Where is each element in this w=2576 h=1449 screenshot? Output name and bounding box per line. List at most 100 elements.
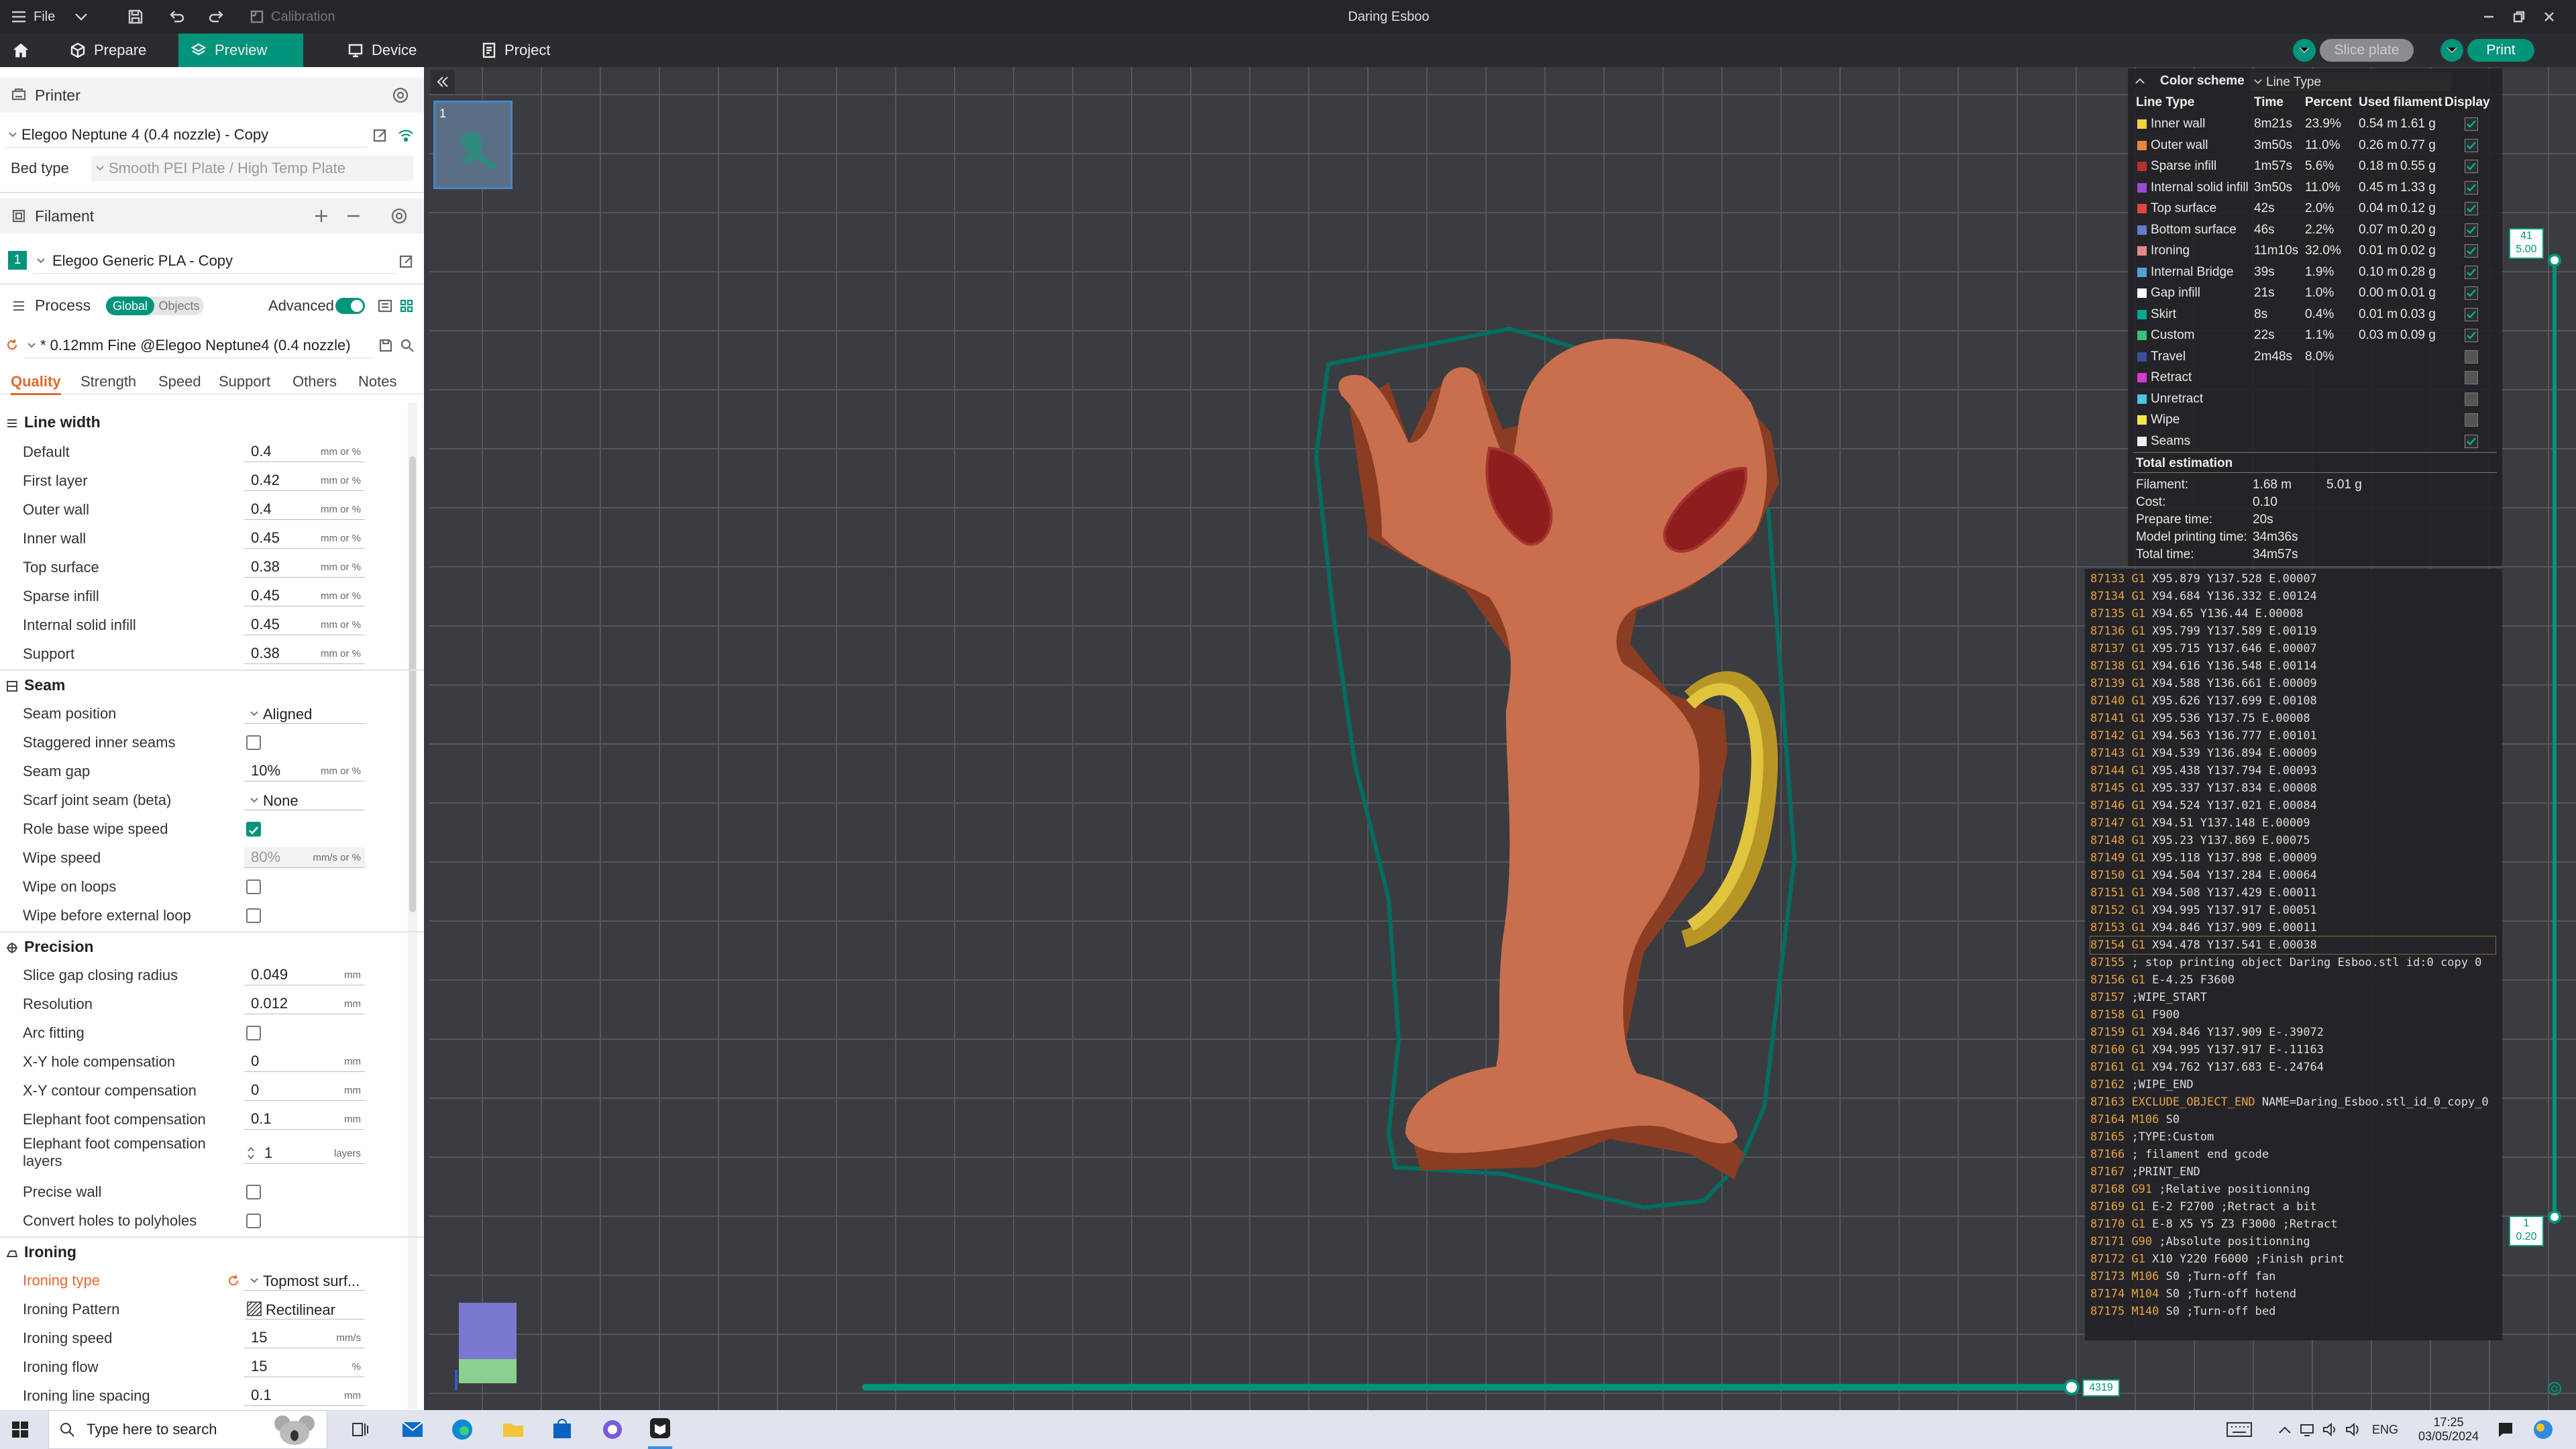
legend-display-checkbox[interactable]: [2465, 413, 2478, 427]
task-view-button[interactable]: [350, 1410, 370, 1449]
keyboard-tray-icon[interactable]: [2226, 1410, 2253, 1449]
slice-gap-closing-radius-input[interactable]: 0.049 mm: [244, 965, 365, 985]
sparse-infill-line-width-input[interactable]: 0.45 mm or %: [244, 586, 365, 606]
legend-display-checkbox[interactable]: [2465, 265, 2478, 279]
compare-icon[interactable]: [377, 298, 393, 318]
store-app-button[interactable]: [551, 1410, 573, 1449]
redo-button[interactable]: [208, 0, 225, 34]
top-surface-line-width-input[interactable]: 0.38 mm or %: [244, 557, 365, 578]
legend-display-checkbox[interactable]: [2465, 180, 2478, 195]
tab-strength[interactable]: Strength: [80, 373, 136, 390]
color-scheme-select[interactable]: Line Type: [2250, 72, 2451, 91]
wipe-on-loops-checkbox[interactable]: [246, 879, 261, 894]
inner-wall-line-width-input[interactable]: 0.45 mm or %: [244, 528, 365, 549]
filament-settings-gear-icon[interactable]: [390, 207, 408, 229]
wipe-speed-input[interactable]: 80% mm/s or %: [244, 847, 365, 868]
internal-solid-infill-line-width-input[interactable]: 0.45 mm or %: [244, 614, 365, 635]
save-process-icon[interactable]: [378, 338, 393, 357]
taskbar-search-box[interactable]: Type here to search: [48, 1410, 327, 1449]
reset-process-icon[interactable]: [5, 338, 19, 356]
tab-support[interactable]: Support: [219, 373, 270, 390]
objects-toggle-option[interactable]: Objects: [156, 297, 203, 315]
speaker-tray-icon[interactable]: [2322, 1410, 2337, 1449]
tab-preview[interactable]: Preview: [178, 34, 303, 67]
legend-display-checkbox[interactable]: [2465, 138, 2478, 152]
xy-contour-compensation-input[interactable]: 0 mm: [244, 1080, 365, 1101]
ironing-flow-input[interactable]: 15%: [244, 1356, 365, 1377]
wifi-icon[interactable]: [397, 129, 415, 146]
resolution-input[interactable]: 0.012 mm: [244, 994, 365, 1014]
filament-slot-badge[interactable]: 1: [8, 251, 27, 270]
slice-plate-button[interactable]: Slice plate: [2320, 39, 2414, 62]
ironing-line-spacing-input[interactable]: 0.1 mm: [244, 1385, 365, 1406]
convert-holes-checkbox[interactable]: [246, 1214, 261, 1228]
legend-display-checkbox[interactable]: [2465, 371, 2478, 384]
printer-settings-gear-icon[interactable]: [392, 87, 409, 108]
seam-position-select[interactable]: Aligned: [244, 703, 365, 724]
view-cube[interactable]: [455, 1303, 517, 1390]
start-button[interactable]: [11, 1410, 30, 1449]
calibration-button[interactable]: Calibration: [250, 0, 335, 34]
notifications-button[interactable]: [2497, 1410, 2514, 1449]
scarf-joint-select[interactable]: None: [244, 790, 365, 810]
filament-select[interactable]: Elegoo Generic PLA - Copy: [34, 248, 396, 274]
legend-display-checkbox[interactable]: [2465, 223, 2478, 237]
bed-type-select[interactable]: Smooth PEI Plate / High Temp Plate: [91, 156, 413, 181]
precise-wall-checkbox[interactable]: [246, 1185, 261, 1199]
role-base-wipe-speed-checkbox[interactable]: [246, 822, 261, 837]
edge-browser-button[interactable]: [451, 1410, 474, 1449]
staggered-inner-seams-checkbox[interactable]: [246, 735, 261, 750]
ironing-type-select[interactable]: Topmost surf...: [244, 1270, 365, 1291]
move-slider-track[interactable]: [862, 1384, 2073, 1391]
print-button[interactable]: Print: [2467, 39, 2534, 62]
layer-slider-bottom-thumb[interactable]: [2548, 1210, 2561, 1224]
home-button[interactable]: [0, 34, 42, 67]
save-button[interactable]: [127, 0, 144, 34]
close-window-button[interactable]: [2542, 0, 2556, 34]
legend-display-checkbox[interactable]: [2465, 350, 2478, 364]
mail-app-button[interactable]: [401, 1410, 424, 1449]
orcaslicer-app-button[interactable]: [648, 1410, 672, 1449]
volume-tray-icon[interactable]: [2345, 1410, 2360, 1449]
legend-display-checkbox[interactable]: [2465, 434, 2478, 448]
edit-filament-icon[interactable]: [398, 254, 415, 274]
tab-device[interactable]: Device: [335, 34, 429, 67]
copilot-app-button[interactable]: [601, 1410, 624, 1449]
tab-prepare[interactable]: Prepare: [58, 34, 158, 67]
slice-dropdown-button[interactable]: [2293, 39, 2316, 62]
move-slider-thumb[interactable]: [2063, 1379, 2080, 1395]
legend-display-checkbox[interactable]: [2465, 202, 2478, 215]
search-settings-grid-icon[interactable]: [398, 298, 415, 318]
reset-setting-icon[interactable]: [227, 1274, 240, 1287]
layer-slider-track[interactable]: [2553, 258, 2557, 1219]
legend-display-checkbox[interactable]: [2465, 244, 2478, 258]
tab-others[interactable]: Others: [292, 373, 337, 390]
file-menu[interactable]: File: [11, 0, 89, 34]
first-layer-line-width-input[interactable]: 0.42 mm or %: [244, 470, 365, 491]
tab-quality[interactable]: Quality: [11, 373, 61, 395]
legend-display-checkbox[interactable]: [2465, 392, 2478, 406]
edit-printer-icon[interactable]: [372, 127, 388, 148]
outer-wall-line-width-input[interactable]: 0.4 mm or %: [244, 499, 365, 520]
process-profile-select[interactable]: * 0.12mm Fine @Elegoo Neptune4 (0.4 nozz…: [24, 333, 373, 358]
seam-gap-input[interactable]: 10% mm or %: [244, 761, 365, 782]
restore-button[interactable]: [2512, 0, 2526, 34]
show-hidden-icons-button[interactable]: [2278, 1410, 2292, 1449]
widgets-button[interactable]: [2532, 1410, 2555, 1449]
xy-hole-compensation-input[interactable]: 0 mm: [244, 1051, 365, 1072]
gcode-viewer[interactable]: 87133 G1 X95.879 Y137.528 E.00007 87134 G…: [2085, 569, 2502, 1340]
support-line-width-input[interactable]: 0.38 mm or %: [244, 643, 365, 664]
ironing-speed-input[interactable]: 15 mm/s: [244, 1328, 365, 1348]
remove-filament-icon[interactable]: [345, 207, 362, 229]
settings-cog-icon[interactable]: [2546, 1381, 2563, 1397]
language-indicator[interactable]: ENG: [2372, 1410, 2398, 1449]
minimize-button[interactable]: [2482, 0, 2496, 34]
legend-display-checkbox[interactable]: [2465, 307, 2478, 321]
efc-layers-stepper[interactable]: 1 layers: [244, 1143, 365, 1164]
elephant-foot-compensation-input[interactable]: 0.1 mm: [244, 1109, 365, 1130]
file-explorer-button[interactable]: [502, 1410, 525, 1449]
global-objects-toggle[interactable]: Global Objects: [106, 297, 204, 315]
tab-project[interactable]: Project: [470, 34, 562, 67]
undo-button[interactable]: [168, 0, 185, 34]
legend-display-checkbox[interactable]: [2465, 286, 2478, 300]
